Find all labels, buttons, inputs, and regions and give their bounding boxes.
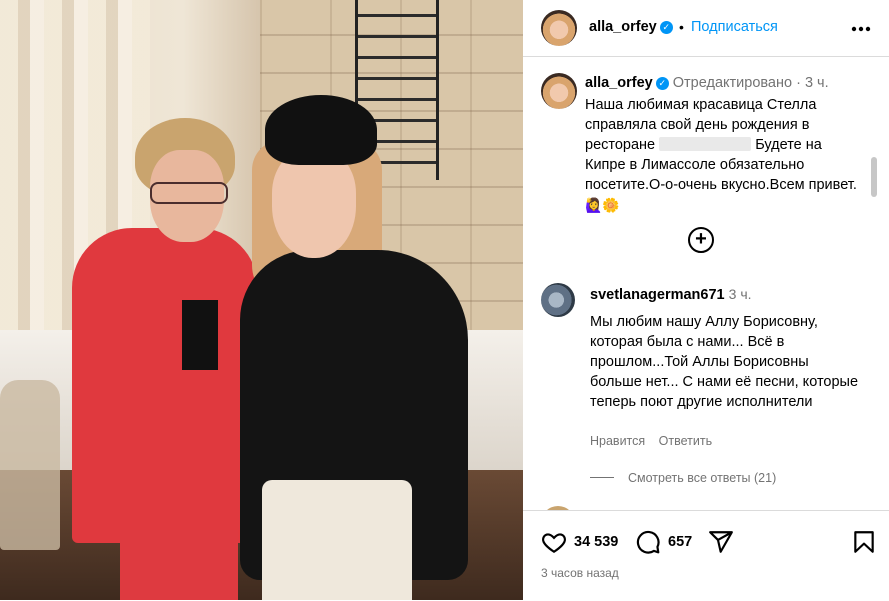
hidden-restaurant-name [659,137,752,151]
likes-count[interactable]: 34 539 [574,534,618,550]
header-separator: • [679,19,684,35]
caption-separator: · [796,75,801,91]
comment-reply-button[interactable]: Ответить [659,434,712,448]
verified-badge-icon: ✓ [655,77,669,90]
comments-count[interactable]: 657 [668,534,692,550]
comment-bubble-icon[interactable] [635,529,661,555]
add-comment-icon[interactable]: + [688,227,714,253]
photo-black-hat [265,95,377,165]
scrollbar[interactable] [871,157,877,197]
photo-black-top [182,300,218,370]
comment-author[interactable]: svetlanagerman671 [590,287,725,303]
post-side-panel: alla_orfey ✓ • Подписаться alla_orfey ✓ От… [523,0,889,601]
author-username[interactable]: alla_orfey ✓ [589,19,673,35]
bookmark-icon[interactable] [851,529,877,555]
comment-like-button[interactable]: Нравится [590,434,645,448]
post-actions-bar: 34 539 657 3 часов назад [523,510,889,601]
comment-time: 3 ч. [728,286,752,302]
comment-text: Мы любим нашу Аллу Борисовну, которая бы… [590,314,859,410]
author-avatar[interactable] [541,10,577,46]
follow-button[interactable]: Подписаться [691,19,778,35]
photo-white-skirt [262,480,412,600]
caption-author[interactable]: alla_orfey [585,75,653,91]
posted-time: 3 часов назад [541,566,619,580]
photo-red-pants [120,530,238,600]
post-header: alla_orfey ✓ • Подписаться [523,0,889,57]
photo-glasses [150,182,228,204]
heart-icon[interactable] [541,529,567,555]
caption-emojis: 🙋‍♀️🌼 [585,197,620,213]
photo-chair [0,380,60,550]
caption-time: 3 ч. [804,75,829,91]
post-photo[interactable] [0,0,523,600]
caption-text: Наша любимая красавица Стелла справляла … [585,95,865,216]
comment-author-avatar[interactable] [541,283,575,317]
caption-header: alla_orfey ✓ Отредактировано · 3 ч. [585,75,829,91]
author-username-text[interactable]: alla_orfey [589,19,657,35]
share-icon[interactable] [708,529,734,555]
comments-scroll-area[interactable]: alla_orfey ✓ Отредактировано · 3 ч. Наша … [523,57,879,510]
comment-actions: Нравится Ответить [590,434,722,448]
photo-red-jacket [72,228,258,543]
more-options-icon[interactable] [851,12,871,38]
caption-author-avatar[interactable] [541,73,577,109]
verified-badge-icon: ✓ [659,21,673,34]
view-replies-button[interactable]: Смотреть все ответы (21) [590,471,776,485]
caption-edited: Отредактировано [672,75,793,91]
comment-header: svetlanagerman671 3 ч. [590,286,752,303]
photo-right-face [272,150,356,258]
